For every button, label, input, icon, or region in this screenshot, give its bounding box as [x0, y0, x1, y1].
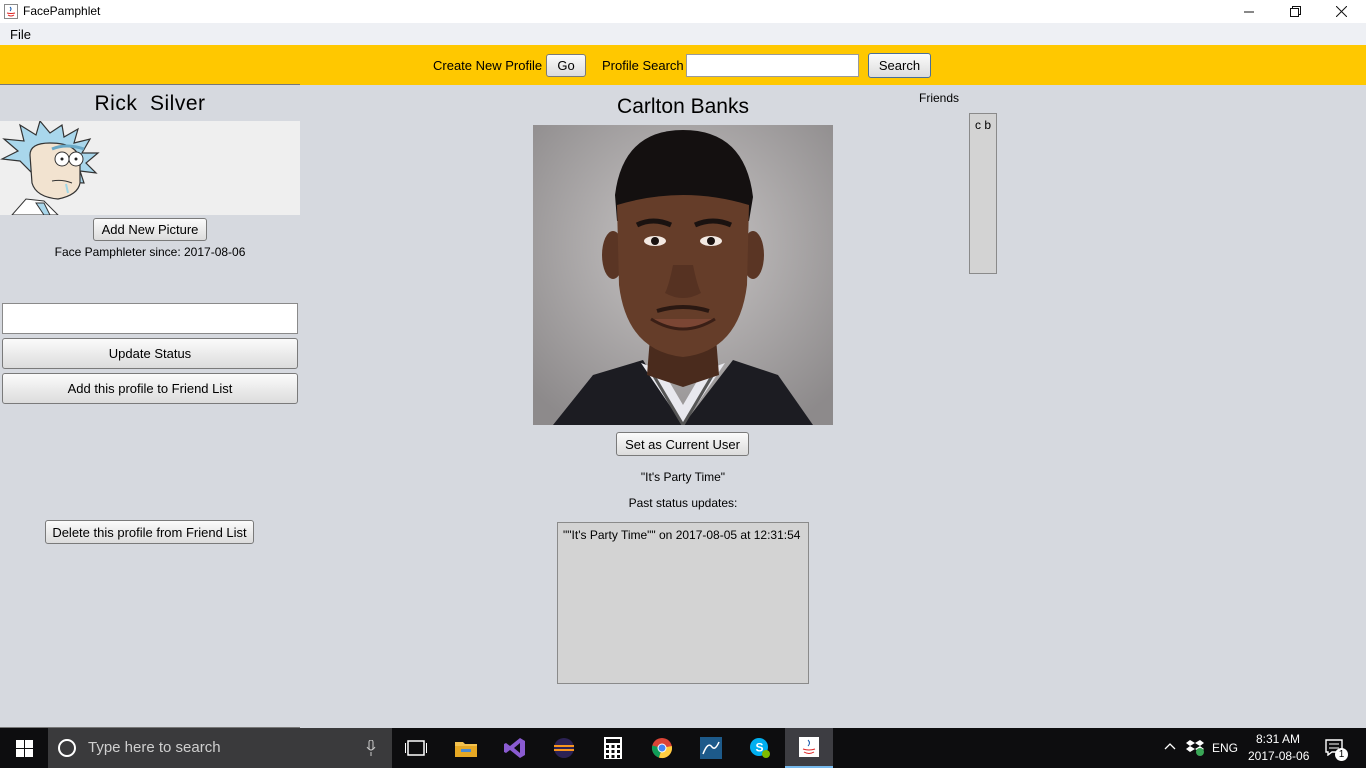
current-user-picture — [0, 119, 300, 216]
delete-friend-button[interactable]: Delete this profile from Friend List — [45, 520, 254, 544]
start-button[interactable] — [0, 728, 48, 768]
profile-name: Carlton Banks — [617, 95, 749, 118]
set-current-user-button[interactable]: Set as Current User — [616, 432, 749, 456]
add-new-picture-button[interactable]: Add New Picture — [93, 218, 207, 241]
action-center-button[interactable]: 1 — [1316, 728, 1366, 768]
microphone-icon — [366, 740, 376, 756]
task-view-button[interactable] — [392, 728, 440, 768]
java-app-icon — [4, 4, 18, 19]
taskbar-search-box[interactable]: Type here to search — [48, 728, 392, 768]
title-bar: FacePamphlet — [0, 0, 1366, 23]
windows-logo-icon — [15, 739, 33, 757]
rick-avatar-image — [0, 119, 100, 216]
profile-status: "It's Party Time" — [640, 470, 726, 484]
java-icon — [799, 737, 819, 757]
taskbar-app-visual-studio[interactable] — [491, 728, 539, 768]
cortana-icon — [58, 739, 76, 757]
add-friend-button[interactable]: Add this profile to Friend List — [2, 373, 298, 404]
carlton-portrait-image — [533, 125, 833, 425]
chevron-up-icon[interactable] — [1164, 742, 1176, 750]
chrome-icon — [651, 738, 673, 759]
clock-date[interactable]: 2017-08-06 — [1248, 749, 1309, 763]
taskbar-app-skype[interactable]: S — [736, 728, 784, 768]
window-title: FacePamphlet — [23, 4, 101, 18]
member-since-text: Face Pamphleter since: 2017-08-06 — [54, 245, 246, 259]
language-indicator[interactable]: ENG — [1212, 741, 1238, 755]
taskbar-search-placeholder: Type here to search — [88, 739, 221, 756]
file-explorer-icon — [455, 742, 477, 757]
profile-search-input[interactable] — [686, 54, 859, 77]
friends-label: Friends — [919, 91, 960, 105]
clock-time[interactable]: 8:31 AM — [1256, 732, 1300, 746]
menu-bar: File — [0, 23, 1366, 45]
eclipse-icon — [554, 738, 574, 758]
taskbar-app-calculator[interactable] — [589, 728, 637, 768]
friend-list-item[interactable]: c b — [975, 118, 991, 132]
create-profile-label: Create New Profile — [433, 58, 543, 73]
left-panel-top-divider — [0, 84, 300, 85]
notification-count-badge: 1 — [1335, 748, 1348, 761]
friends-list[interactable]: c b — [969, 113, 997, 274]
taskbar-app-file-explorer[interactable] — [442, 728, 490, 768]
status-input[interactable] — [2, 303, 298, 334]
taskbar-app-java-active[interactable] — [785, 728, 833, 768]
task-view-icon — [405, 740, 427, 756]
update-status-button[interactable]: Update Status — [2, 338, 298, 369]
skype-icon: S — [750, 738, 770, 758]
current-user-name: Rick Silver — [94, 92, 206, 115]
taskbar-app-eclipse[interactable] — [540, 728, 588, 768]
close-button[interactable] — [1318, 0, 1364, 23]
dropbox-icon[interactable] — [1186, 739, 1204, 756]
mysql-workbench-icon — [700, 737, 722, 759]
past-status-item: ""It's Party Time"" on 2017-08-05 at 12:… — [563, 528, 801, 542]
windows-taskbar: Type here to search S ENG 8:31 AM 2017-0… — [0, 728, 1366, 768]
minimize-button[interactable] — [1226, 0, 1272, 23]
menu-file[interactable]: File — [10, 27, 31, 42]
restore-button[interactable] — [1272, 0, 1318, 23]
past-status-label: Past status updates: — [628, 496, 738, 510]
restore-icon — [1289, 6, 1301, 17]
taskbar-app-mysql-workbench[interactable] — [687, 728, 735, 768]
svg-text:S: S — [756, 741, 764, 755]
calculator-icon — [604, 737, 622, 759]
search-button[interactable]: Search — [868, 53, 931, 78]
close-icon — [1335, 6, 1347, 17]
taskbar-app-chrome[interactable] — [638, 728, 686, 768]
profile-picture — [533, 125, 833, 425]
visual-studio-icon — [504, 738, 525, 758]
go-button[interactable]: Go — [546, 54, 586, 77]
past-status-list[interactable]: ""It's Party Time"" on 2017-08-05 at 12:… — [557, 522, 809, 684]
minimize-icon — [1244, 11, 1254, 12]
profile-toolbar: Create New Profile Go Profile Search Sea… — [0, 45, 1366, 85]
profile-search-label: Profile Search — [602, 58, 684, 73]
